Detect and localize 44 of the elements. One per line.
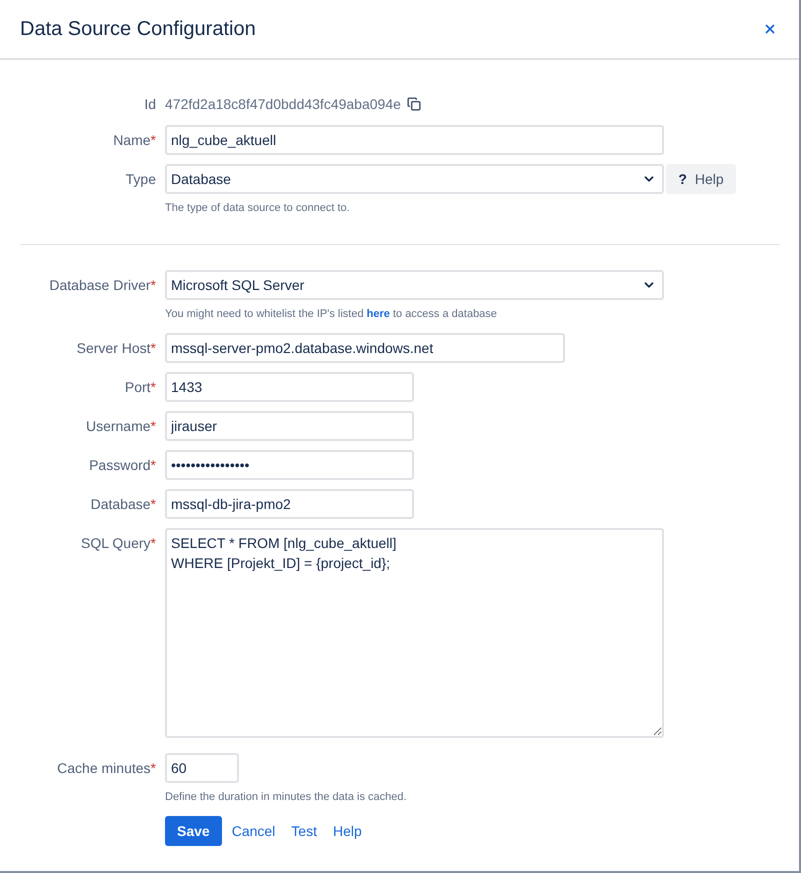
required-mark: * bbox=[150, 496, 156, 512]
dropdown-field[interactable]: Microsoft SQL Server bbox=[165, 270, 664, 300]
close-icon bbox=[763, 22, 777, 36]
link-button[interactable]: Test bbox=[285, 816, 323, 846]
field-label: Server Host bbox=[76, 340, 151, 356]
id-value: 472fd2a18c8f47d0bdd43fc49aba094e bbox=[165, 96, 401, 112]
field-label: Database Driver bbox=[49, 277, 151, 293]
required-mark: * bbox=[150, 760, 156, 776]
field-label: Database bbox=[90, 496, 151, 512]
help-button[interactable]: ? Help bbox=[666, 164, 736, 194]
field-label: Cache minutes bbox=[57, 760, 151, 776]
input-field[interactable]: 1433 bbox=[165, 372, 414, 402]
input-field[interactable]: mssql-db-jira-pmo2 bbox=[165, 489, 414, 519]
password-field[interactable]: •••••••••••••••• bbox=[165, 450, 414, 480]
field-label: SQL Query bbox=[81, 535, 151, 551]
required-mark: * bbox=[150, 132, 156, 148]
hint-text: Define the duration in minutes the data is cached. bbox=[165, 790, 407, 804]
field-label: Username bbox=[86, 418, 151, 434]
input-field[interactable]: jirauser bbox=[165, 411, 414, 441]
required-mark: * bbox=[150, 535, 156, 551]
field-label: Name bbox=[113, 132, 151, 148]
required-mark: * bbox=[150, 379, 156, 395]
input-field[interactable]: nlg_cube_aktuell bbox=[165, 125, 664, 155]
required-mark: * bbox=[150, 277, 156, 293]
required-mark: * bbox=[150, 457, 156, 473]
field-label: Password bbox=[89, 457, 151, 473]
link-button[interactable]: Cancel bbox=[226, 816, 282, 846]
input-field[interactable]: 60 bbox=[165, 753, 239, 783]
copy-icon[interactable] bbox=[406, 97, 421, 111]
required-mark: * bbox=[150, 418, 156, 434]
required-mark: * bbox=[150, 340, 156, 356]
input-field[interactable]: mssql-server-pmo2.database.windows.net bbox=[165, 333, 565, 363]
field-label: Port bbox=[124, 379, 151, 395]
dialog-title: Data Source Configuration bbox=[20, 17, 256, 41]
hint-text: The type of data source to connect to. bbox=[165, 201, 350, 215]
link-button[interactable]: Help bbox=[326, 816, 368, 846]
save-button[interactable]: Save bbox=[165, 816, 222, 846]
field-label: Id bbox=[144, 96, 156, 112]
close-button[interactable] bbox=[763, 22, 777, 36]
query-text-area[interactable]: SELECT * FROM [nlg_cube_aktuell] WHERE [Projekt_ID] = {project_id}; bbox=[165, 528, 664, 738]
field-label: Type bbox=[126, 171, 156, 187]
whitelist-link[interactable]: here bbox=[366, 308, 390, 320]
dropdown-field[interactable]: Database bbox=[165, 164, 664, 194]
hint-text: You might need to whitelist the IP's listed here to access a database bbox=[165, 307, 497, 321]
